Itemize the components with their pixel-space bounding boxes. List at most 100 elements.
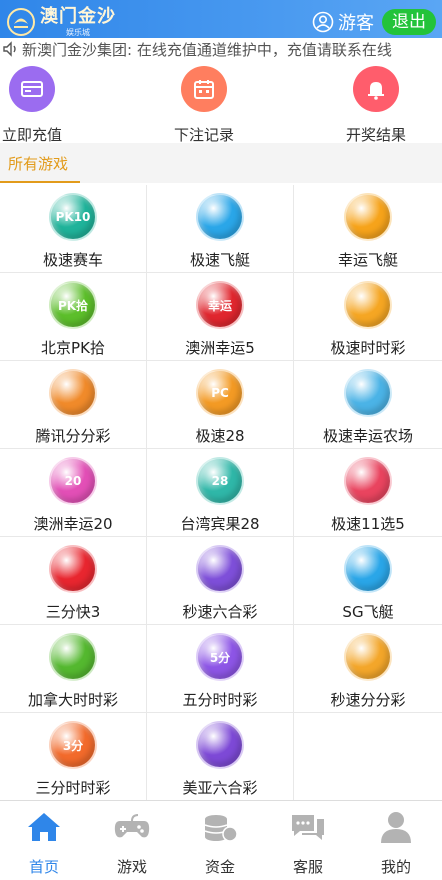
game-icon-badge: 20: [64, 474, 82, 488]
game-icon: PC: [196, 369, 244, 417]
nav-service[interactable]: 客服: [264, 807, 352, 877]
game-tile[interactable]: 极速幸运农场: [294, 361, 442, 449]
logo-mark-icon: [7, 8, 35, 36]
game-name: 台湾宾果28: [180, 515, 260, 533]
user-circle-icon[interactable]: [312, 11, 334, 33]
logo[interactable]: 澳门金沙 娱乐城: [6, 7, 116, 37]
logo-subtitle: 娱乐城: [66, 27, 90, 37]
nav-home[interactable]: 首页: [0, 807, 88, 877]
wallet-icon: [9, 66, 55, 112]
game-icon-badge: 5分: [209, 650, 231, 665]
guest-label[interactable]: 游客: [338, 9, 374, 35]
draw-results-label: 开奖结果: [345, 126, 406, 144]
game-icon: [49, 545, 97, 593]
game-tile[interactable]: 3分三分时时彩: [0, 713, 147, 801]
home-icon: [28, 813, 60, 841]
game-name: 极速赛车: [42, 251, 103, 269]
recharge-button[interactable]: 立即充值: [0, 62, 82, 145]
game-tile[interactable]: 幸运飞艇: [294, 185, 442, 273]
bottom-nav: 首页 游戏 资金 客服 我的: [0, 800, 442, 880]
notice-bar: 新澳门金沙集团: 在线充值通道维护中，充值请联系在线: [0, 38, 442, 60]
draw-results-button[interactable]: 开奖结果: [326, 62, 426, 145]
logo-title: 澳门金沙: [40, 5, 116, 27]
game-tile[interactable]: 极速时时彩: [294, 273, 442, 361]
game-icon: 20: [49, 457, 97, 505]
calendar-icon: [181, 66, 227, 112]
game-icon: [49, 633, 97, 681]
game-icon: [49, 369, 97, 417]
section-underline: [0, 181, 80, 183]
game-tile[interactable]: 秒速六合彩: [147, 537, 294, 625]
game-icon-badge: PC: [211, 386, 229, 400]
nav-mine[interactable]: 我的: [352, 807, 440, 877]
nav-games[interactable]: 游戏: [88, 807, 176, 877]
game-name: 幸运飞艇: [337, 251, 398, 269]
coins-icon: [204, 815, 238, 842]
section-title[interactable]: 所有游戏: [8, 153, 68, 174]
game-name: 三分快3: [45, 603, 101, 621]
bell-icon: [353, 66, 399, 112]
game-tile[interactable]: SG飞艇: [294, 537, 442, 625]
game-icon: 幸运: [196, 281, 244, 329]
notice-text: 新澳门金沙集团: 在线充值通道维护中，充值请联系在线: [22, 40, 392, 59]
nav-games-label: 游戏: [116, 858, 147, 876]
game-icon: [196, 721, 244, 769]
game-tile[interactable]: 秒速分分彩: [294, 625, 442, 713]
nav-home-label: 首页: [28, 858, 59, 876]
game-name: 极速时时彩: [330, 339, 406, 357]
game-name: 腾讯分分彩: [35, 427, 111, 445]
gamepad-icon: [114, 814, 150, 838]
speaker-icon: [3, 41, 16, 57]
game-tile[interactable]: 美亚六合彩: [147, 713, 294, 801]
game-name: 澳洲幸运5: [185, 339, 255, 357]
game-name: 北京PK拾: [41, 339, 105, 357]
game-name: 美亚六合彩: [182, 779, 258, 797]
nav-funds-label: 资金: [204, 858, 235, 876]
game-icon-badge: 28: [211, 474, 229, 488]
game-name: 五分时时彩: [182, 691, 258, 709]
game-tile[interactable]: 加拿大时时彩: [0, 625, 147, 713]
game-tile[interactable]: 腾讯分分彩: [0, 361, 147, 449]
game-icon: [344, 281, 392, 329]
logout-button[interactable]: 退出: [382, 9, 436, 35]
game-icon: [344, 457, 392, 505]
game-icon-badge: PK10: [55, 210, 91, 224]
recharge-label: 立即充值: [1, 126, 62, 144]
game-name: SG飞艇: [342, 603, 394, 621]
game-icon: [344, 193, 392, 241]
game-icon: 28: [196, 457, 244, 505]
game-icon: [196, 193, 244, 241]
game-icon: [196, 545, 244, 593]
game-tile[interactable]: 28 台湾宾果28: [147, 449, 294, 537]
bet-records-button[interactable]: 下注记录: [154, 62, 254, 145]
user-icon: [381, 812, 411, 843]
game-name: 加拿大时时彩: [27, 691, 118, 709]
game-icon: 3分: [49, 721, 97, 769]
game-tile[interactable]: PK10 极速赛车: [0, 185, 147, 273]
game-tile[interactable]: PC 极速28: [147, 361, 294, 449]
game-icon: [344, 633, 392, 681]
nav-funds[interactable]: 资金: [176, 807, 264, 877]
game-name: 极速11选5: [331, 515, 405, 533]
quick-actions: 立即充值 下注记录 开奖结果: [0, 62, 442, 145]
game-name: 澳洲幸运20: [33, 515, 113, 533]
game-icon-badge: PK拾: [57, 298, 89, 313]
game-icon: [344, 369, 392, 417]
game-tile[interactable]: 5分五分时时彩: [147, 625, 294, 713]
game-tile[interactable]: 20 澳洲幸运20: [0, 449, 147, 537]
game-tile[interactable]: 极速11选5: [294, 449, 442, 537]
game-tile[interactable]: 幸运澳洲幸运5: [147, 273, 294, 361]
game-name: 秒速分分彩: [330, 691, 406, 709]
bet-records-label: 下注记录: [173, 126, 234, 144]
game-tile[interactable]: PK拾北京PK拾: [0, 273, 147, 361]
game-name: 三分时时彩: [35, 779, 111, 797]
game-name: 极速28: [195, 427, 245, 445]
game-name: 极速幸运农场: [322, 427, 413, 445]
chat-icon: [292, 815, 324, 840]
game-tile[interactable]: 极速飞艇: [147, 185, 294, 273]
game-tile[interactable]: 三分快3: [0, 537, 147, 625]
nav-service-label: 客服: [292, 858, 323, 876]
game-icon: [344, 545, 392, 593]
game-icon: 5分: [196, 633, 244, 681]
game-icon: PK10: [49, 193, 97, 241]
